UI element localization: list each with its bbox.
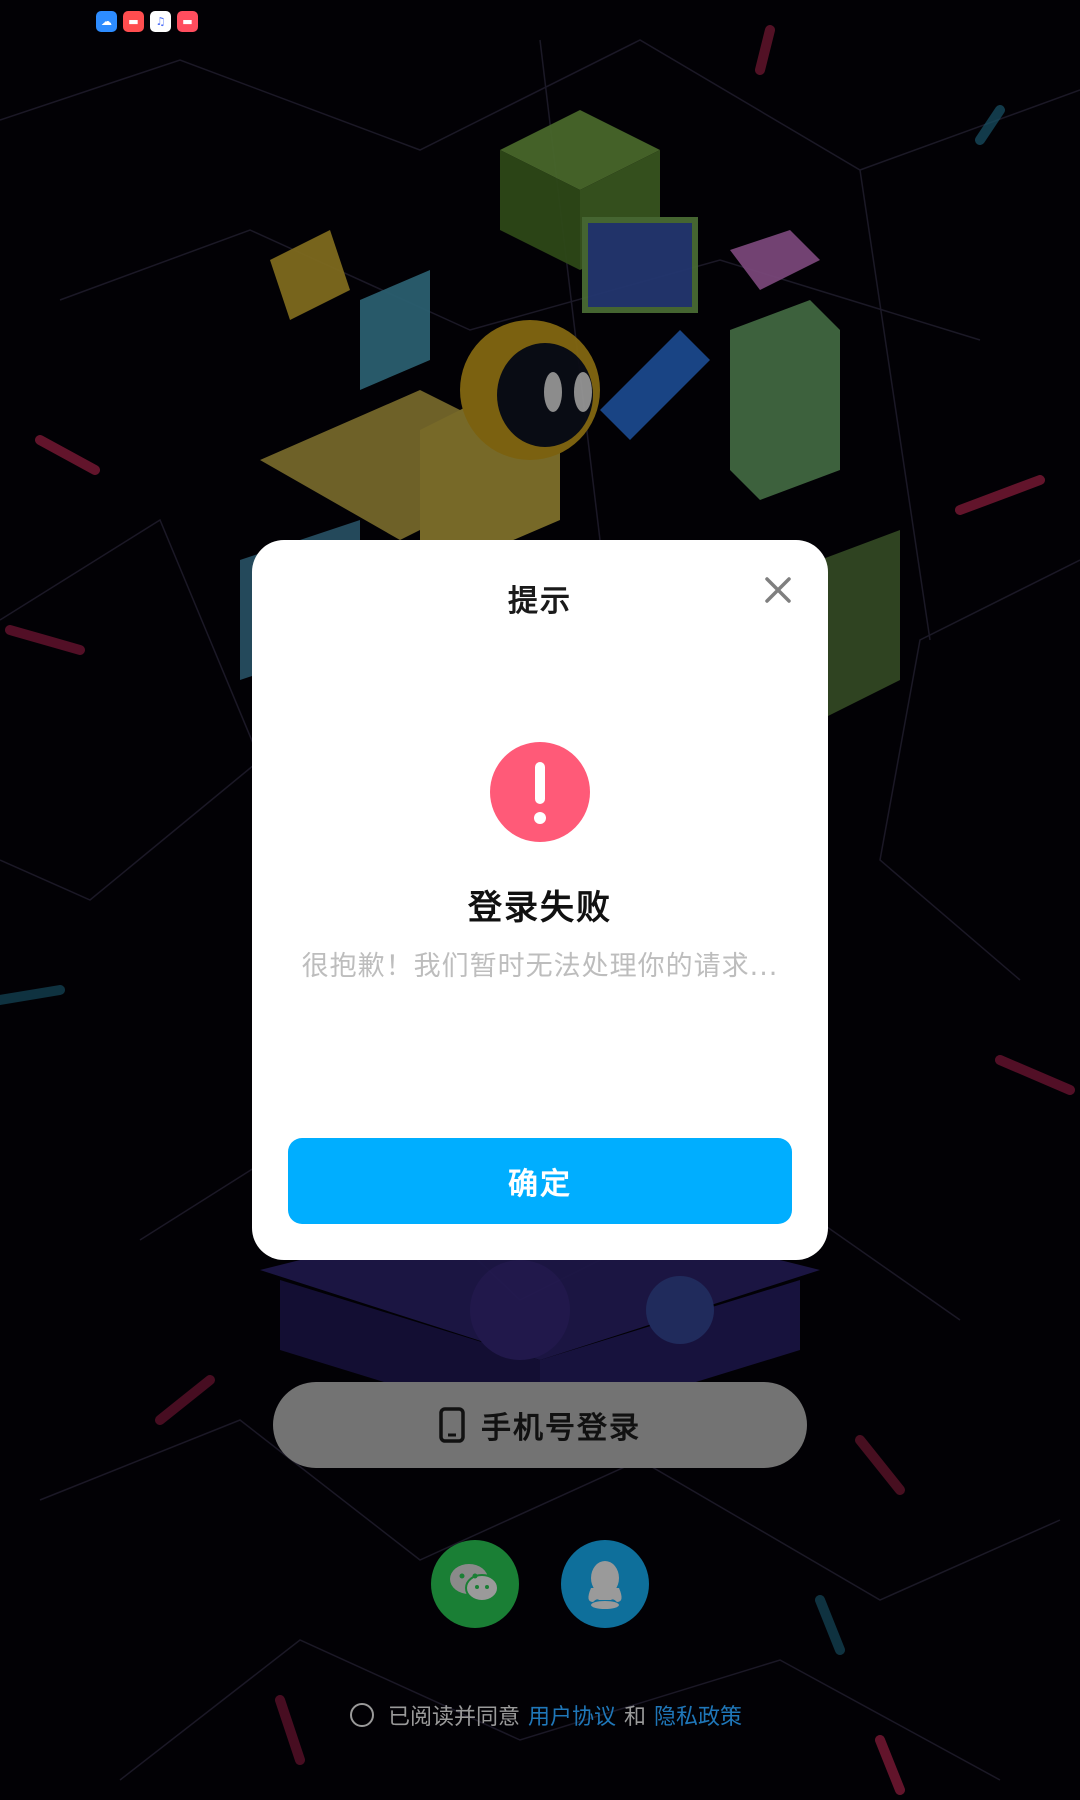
phone-icon (439, 1407, 465, 1443)
alert-icon (490, 742, 590, 842)
dialog-heading: 登录失败 (468, 888, 612, 928)
music-icon: ♫ (150, 11, 171, 32)
dialog-title: 提示 (508, 584, 572, 619)
qq-icon (588, 1561, 622, 1609)
status-bar: ☁ ▬ ♫ ▬ (96, 11, 198, 32)
wechat-icon (450, 1564, 499, 1602)
phone-login-label: 手机号登录 (481, 1411, 641, 1446)
agree-checkbox[interactable] (350, 1703, 374, 1727)
close-icon[interactable] (758, 570, 798, 610)
agreement-row: 已阅读并同意 用户协议 和 隐私政策 (350, 1700, 742, 1730)
phone-login-button[interactable]: 手机号登录 (273, 1382, 807, 1468)
confirm-button[interactable]: 确定 (288, 1138, 792, 1224)
weather-icon: ☁ (96, 11, 117, 32)
wechat-login-button[interactable] (431, 1540, 519, 1628)
user-agreement-link[interactable]: 用户协议 (528, 1699, 616, 1731)
dialog-message: 很抱歉！我们暂时无法处理你的请求... (301, 951, 779, 982)
login-failed-dialog: 提示 登录失败 很抱歉！我们暂时无法处理你的请求... 确定 (252, 540, 828, 1260)
agreement-conjunction: 和 (624, 1705, 647, 1730)
app-red-icon: ▬ (177, 11, 198, 32)
qq-login-button[interactable] (561, 1540, 649, 1628)
privacy-policy-link[interactable]: 隐私政策 (654, 1699, 742, 1731)
agreement-prefix: 已阅读并同意 (388, 1705, 521, 1730)
app-red-icon: ▬ (123, 11, 144, 32)
